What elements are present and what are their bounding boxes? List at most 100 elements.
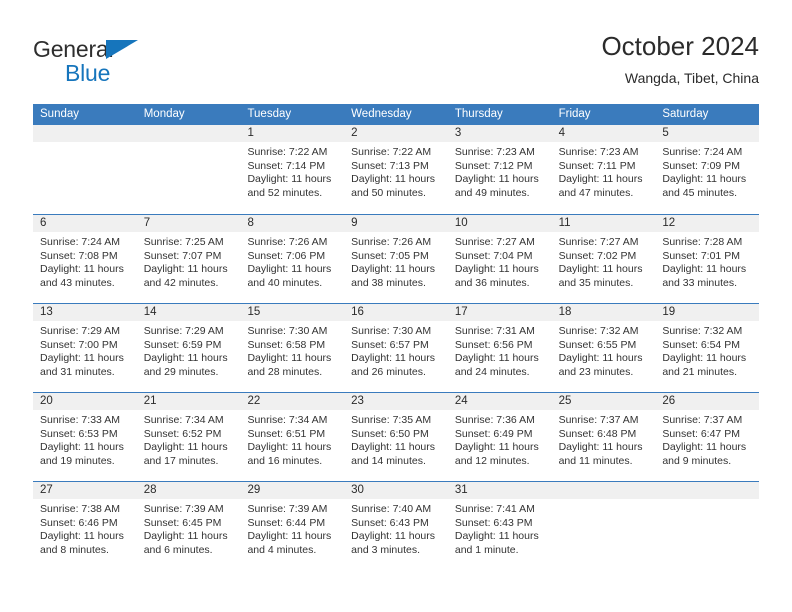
sunrise-time: Sunrise: 7:26 AM bbox=[351, 236, 432, 248]
day-cell[interactable]: 4 Sunrise: 7:23 AM Sunset: 7:11 PM Daylight… bbox=[551, 125, 656, 214]
sunrise-time: Sunrise: 7:37 AM bbox=[558, 414, 639, 426]
day-cell[interactable]: 23 Sunrise: 7:35 AM Sunset: 6:50 PM Dayligh… bbox=[344, 393, 448, 481]
day-cell[interactable]: 28 Sunrise: 7:39 AM Sunset: 6:45 PM Dayligh… bbox=[136, 482, 241, 570]
day-details: Sunrise: 7:34 AM Sunset: 6:52 PM Daylight:… bbox=[137, 410, 241, 468]
page-title: October 2024 bbox=[601, 31, 759, 61]
sunset-time: Sunset: 7:07 PM bbox=[143, 249, 222, 262]
day-cell[interactable]: 16 Sunrise: 7:30 AM Sunset: 6:57 PM Dayligh… bbox=[344, 304, 448, 392]
daylight-duration-line1: Daylight: 11 hours bbox=[40, 530, 124, 543]
day-cell[interactable]: 2 Sunrise: 7:22 AM Sunset: 7:13 PM Daylight… bbox=[344, 125, 448, 214]
day-cell[interactable]: 13 Sunrise: 7:29 AM Sunset: 7:00 PM Dayligh… bbox=[33, 304, 137, 392]
sunrise-time: Sunrise: 7:29 AM bbox=[40, 325, 120, 337]
day-cell[interactable]: 5 Sunrise: 7:24 AM Sunset: 7:09 PM Daylight… bbox=[655, 125, 760, 214]
day-cell[interactable]: 15 Sunrise: 7:30 AM Sunset: 6:58 PM Dayligh… bbox=[240, 304, 345, 392]
sunrise-time: Sunrise: 7:28 AM bbox=[662, 236, 743, 248]
day-number: 11 bbox=[551, 215, 656, 232]
daylight-duration-line2: and 33 minutes. bbox=[662, 276, 738, 289]
day-number: 24 bbox=[447, 393, 552, 410]
day-details: Sunrise: 7:27 AM Sunset: 7:04 PM Daylight:… bbox=[448, 232, 552, 290]
day-cell[interactable]: 12 Sunrise: 7:28 AM Sunset: 7:01 PM Dayligh… bbox=[655, 215, 760, 303]
day-cell[interactable]: 22 Sunrise: 7:34 AM Sunset: 6:51 PM Dayligh… bbox=[240, 393, 345, 481]
day-number: 21 bbox=[136, 393, 241, 410]
sunset-time: Sunset: 6:54 PM bbox=[662, 338, 740, 351]
daylight-duration-line2: and 23 minutes. bbox=[558, 365, 634, 378]
sunrise-time: Sunrise: 7:41 AM bbox=[454, 503, 535, 515]
day-number: 28 bbox=[136, 482, 241, 499]
daylight-duration-line2: and 45 minutes. bbox=[662, 186, 738, 199]
daylight-duration-line2: and 31 minutes. bbox=[40, 365, 115, 378]
daylight-duration-line1: Daylight: 11 hours bbox=[143, 352, 228, 365]
day-details: Sunrise: 7:37 AM Sunset: 6:47 PM Daylight:… bbox=[655, 410, 759, 468]
sunrise-time: Sunrise: 7:25 AM bbox=[143, 236, 224, 248]
day-details: Sunrise: 7:31 AM Sunset: 6:56 PM Daylight:… bbox=[448, 321, 552, 379]
day-cell[interactable]: 10 Sunrise: 7:27 AM Sunset: 7:04 PM Dayligh… bbox=[447, 215, 552, 303]
daylight-duration-line1: Daylight: 11 hours bbox=[351, 530, 436, 543]
daylight-duration-line2: and 38 minutes. bbox=[351, 276, 426, 289]
day-cell[interactable]: 25 Sunrise: 7:37 AM Sunset: 6:48 PM Dayligh… bbox=[551, 393, 656, 481]
day-number: 22 bbox=[240, 393, 345, 410]
logo-triangle-icon bbox=[106, 40, 138, 59]
day-details: Sunrise: 7:32 AM Sunset: 6:54 PM Daylight:… bbox=[655, 321, 759, 379]
day-cell[interactable]: 31 Sunrise: 7:41 AM Sunset: 6:43 PM Dayligh… bbox=[447, 482, 552, 570]
daylight-duration-line1: Daylight: 11 hours bbox=[143, 441, 228, 454]
daylight-duration-line2: and 8 minutes. bbox=[40, 543, 109, 556]
daylight-duration-line1: Daylight: 11 hours bbox=[247, 441, 332, 454]
day-details: Sunrise: 7:29 AM Sunset: 6:59 PM Daylight:… bbox=[137, 321, 241, 379]
day-cell[interactable]: 18 Sunrise: 7:32 AM Sunset: 6:55 PM Dayligh… bbox=[551, 304, 656, 392]
day-cell[interactable]: 11 Sunrise: 7:27 AM Sunset: 7:02 PM Dayligh… bbox=[551, 215, 656, 303]
day-details: Sunrise: 7:24 AM Sunset: 7:08 PM Daylight:… bbox=[33, 232, 137, 290]
general-blue-logo[interactable]: General Blue bbox=[33, 36, 253, 92]
daylight-duration-line2: and 1 minute. bbox=[454, 543, 519, 556]
day-cell[interactable]: 1 Sunrise: 7:22 AM Sunset: 7:14 PM Daylight… bbox=[240, 125, 345, 214]
day-details: Sunrise: 7:23 AM Sunset: 7:12 PM Daylight:… bbox=[448, 142, 552, 200]
day-number bbox=[551, 482, 656, 499]
sunrise-time: Sunrise: 7:37 AM bbox=[662, 414, 743, 426]
sunset-time: Sunset: 7:11 PM bbox=[558, 159, 636, 172]
day-cell[interactable]: 8 Sunrise: 7:26 AM Sunset: 7:06 PM Daylight… bbox=[240, 215, 345, 303]
day-number: 7 bbox=[136, 215, 241, 232]
daylight-duration-line1: Daylight: 11 hours bbox=[247, 263, 332, 276]
sunrise-time: Sunrise: 7:23 AM bbox=[558, 146, 639, 158]
day-details: Sunrise: 7:41 AM Sunset: 6:43 PM Daylight:… bbox=[448, 499, 552, 557]
day-cell[interactable]: 9 Sunrise: 7:26 AM Sunset: 7:05 PM Daylight… bbox=[344, 215, 448, 303]
sunset-time: Sunset: 6:43 PM bbox=[351, 516, 429, 529]
day-cell[interactable]: 30 Sunrise: 7:40 AM Sunset: 6:43 PM Dayligh… bbox=[344, 482, 448, 570]
sunset-time: Sunset: 7:05 PM bbox=[351, 249, 429, 262]
daylight-duration-line2: and 43 minutes. bbox=[40, 276, 115, 289]
day-cell[interactable]: 7 Sunrise: 7:25 AM Sunset: 7:07 PM Daylight… bbox=[136, 215, 241, 303]
sunset-time: Sunset: 7:02 PM bbox=[558, 249, 637, 262]
daylight-duration-line1: Daylight: 11 hours bbox=[351, 263, 436, 276]
day-details: Sunrise: 7:24 AM Sunset: 7:09 PM Daylight:… bbox=[655, 142, 759, 200]
sunrise-time: Sunrise: 7:33 AM bbox=[40, 414, 120, 426]
day-cell[interactable]: 3 Sunrise: 7:23 AM Sunset: 7:12 PM Daylight… bbox=[447, 125, 552, 214]
day-details: Sunrise: 7:39 AM Sunset: 6:45 PM Daylight:… bbox=[137, 499, 241, 557]
day-cell[interactable]: 17 Sunrise: 7:31 AM Sunset: 6:56 PM Dayligh… bbox=[447, 304, 552, 392]
calendar-week-row: 13 Sunrise: 7:29 AM Sunset: 7:00 PM Dayligh… bbox=[33, 303, 760, 392]
day-number: 4 bbox=[551, 125, 656, 142]
day-cell[interactable]: 27 Sunrise: 7:38 AM Sunset: 6:46 PM Dayligh… bbox=[33, 482, 137, 570]
calendar-table: Sunday Monday Tuesday Wednesday Thursday Frid… bbox=[33, 104, 760, 570]
day-cell[interactable]: 14 Sunrise: 7:29 AM Sunset: 6:59 PM Dayligh… bbox=[136, 304, 241, 392]
day-cell[interactable]: 19 Sunrise: 7:32 AM Sunset: 6:54 PM Dayligh… bbox=[655, 304, 760, 392]
day-cell[interactable]: 26 Sunrise: 7:37 AM Sunset: 6:47 PM Dayligh… bbox=[655, 393, 760, 481]
page-header: General Blue October 2024 Wangda, Tibet,… bbox=[33, 30, 759, 96]
weekday-header-friday: Friday bbox=[558, 108, 591, 120]
day-cell[interactable]: 20 Sunrise: 7:33 AM Sunset: 6:53 PM Dayligh… bbox=[33, 393, 137, 481]
daylight-duration-line1: Daylight: 11 hours bbox=[247, 530, 332, 543]
sunset-time: Sunset: 6:48 PM bbox=[558, 427, 637, 440]
day-cell[interactable]: 24 Sunrise: 7:36 AM Sunset: 6:49 PM Dayligh… bbox=[447, 393, 552, 481]
day-cell[interactable]: 29 Sunrise: 7:39 AM Sunset: 6:44 PM Dayligh… bbox=[240, 482, 345, 570]
sunset-time: Sunset: 6:43 PM bbox=[454, 516, 533, 529]
title-block: October 2024 Wangda, Tibet, China bbox=[601, 30, 759, 88]
day-details: Sunrise: 7:28 AM Sunset: 7:01 PM Daylight:… bbox=[655, 232, 759, 290]
day-cell[interactable]: 6 Sunrise: 7:24 AM Sunset: 7:08 PM Daylight… bbox=[33, 215, 137, 303]
day-details: Sunrise: 7:34 AM Sunset: 6:51 PM Daylight:… bbox=[240, 410, 344, 468]
day-cell[interactable]: 21 Sunrise: 7:34 AM Sunset: 6:52 PM Dayligh… bbox=[136, 393, 241, 481]
weekday-header-row: Sunday Monday Tuesday Wednesday Thursday Frid… bbox=[33, 104, 759, 125]
day-number: 23 bbox=[344, 393, 448, 410]
daylight-duration-line1: Daylight: 11 hours bbox=[662, 263, 747, 276]
daylight-duration-line1: Daylight: 11 hours bbox=[558, 263, 643, 276]
daylight-duration-line1: Daylight: 11 hours bbox=[454, 352, 539, 365]
day-details: Sunrise: 7:23 AM Sunset: 7:11 PM Daylight:… bbox=[552, 142, 656, 200]
calendar-weeks: 1 Sunrise: 7:22 AM Sunset: 7:14 PM Daylight… bbox=[33, 125, 760, 570]
